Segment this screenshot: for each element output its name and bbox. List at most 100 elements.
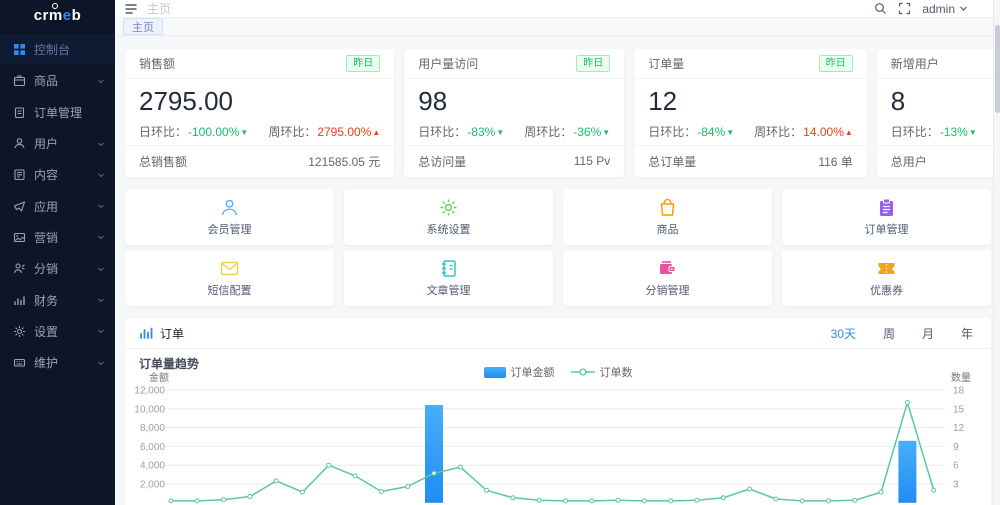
sidebar-item-distribution[interactable]: 分销 (0, 253, 115, 284)
tab-year[interactable]: 年 (961, 325, 973, 342)
trend-arrow-icon: ▲ (844, 128, 853, 138)
svg-text:数量: 数量 (951, 372, 971, 384)
menu-fold-icon[interactable] (124, 2, 138, 16)
maintain-icon (13, 356, 26, 369)
tile-label: 文章管理 (426, 285, 471, 297)
svg-text:4,000: 4,000 (140, 461, 165, 472)
stat-card-sales: 销售额 昨日 2795.00 日环比：-100.00%▼ 周环比：2795.00… (125, 49, 395, 177)
tile-label: 订单管理 (864, 224, 909, 236)
tile-distribution-management[interactable]: 分销管理 (563, 250, 772, 306)
breadcrumb: 主页 (147, 2, 172, 16)
stat-ratios: 日环比：-84%▼ 周环比：14.00%▲ (648, 125, 853, 140)
svg-text:6,000: 6,000 (140, 442, 165, 453)
page-scrollbar[interactable] (993, 0, 1000, 505)
sidebar-item-content[interactable]: 内容 (0, 159, 115, 190)
chevron-down-icon (959, 2, 968, 16)
marketing-icon (13, 231, 26, 244)
tab-week[interactable]: 周 (883, 325, 895, 342)
fullscreen-icon[interactable] (898, 2, 911, 15)
sidebar-item-label: 维护 (34, 356, 59, 371)
scrollbar-thumb[interactable] (995, 25, 1000, 113)
tile-system-settings[interactable]: 系统设置 (344, 189, 553, 245)
stat-title: 用户量访问 (418, 57, 479, 71)
member-icon (219, 197, 240, 218)
sms-envelope-icon (219, 258, 240, 279)
stat-footer-value: 115 Pv (573, 154, 611, 168)
search-icon[interactable] (874, 2, 887, 15)
week-ratio-value: -36%▼ (573, 125, 611, 140)
sidebar-item-maintenance[interactable]: 维护 (0, 347, 115, 378)
tile-sms-config[interactable]: 短信配置 (125, 250, 334, 306)
stat-footer-label: 总用户 (890, 154, 927, 169)
tile-member-management[interactable]: 会员管理 (125, 189, 334, 245)
status-badge: 昨日 (818, 55, 853, 72)
svg-text:18: 18 (953, 386, 965, 397)
sidebar-item-label: 应用 (34, 199, 59, 214)
svg-text:2,000: 2,000 (140, 480, 165, 491)
tile-label: 短信配置 (207, 285, 252, 297)
stat-footer-label: 总销售额 (139, 154, 188, 169)
stat-value: 8 (890, 86, 906, 116)
stat-ratios: 日环比：-100.00%▼ 周环比：2795.00%▲ (139, 125, 381, 140)
sidebar-item-goods[interactable]: 商品 (0, 65, 115, 96)
sidebar-item-apps[interactable]: 应用 (0, 190, 115, 221)
panel-title: 订单 (160, 326, 185, 341)
trend-arrow-icon: ▼ (496, 128, 505, 138)
sidebar-item-marketing[interactable]: 营销 (0, 222, 115, 253)
day-ratio-value: -83%▼ (467, 125, 505, 140)
brand-logo[interactable]: cr m e b (0, 0, 115, 30)
app-root: cr m e b 控制台 商品 订单管理 用户 内容 应用 营销 分销 财务 设… (0, 0, 1000, 505)
tile-coupons[interactable]: 优惠券 (782, 250, 991, 306)
range-tabs: 30天 周 月 年 (831, 325, 977, 342)
sidebar-item-label: 内容 (34, 168, 59, 183)
sidebar-item-finance[interactable]: 财务 (0, 284, 115, 315)
username: admin (922, 1, 955, 16)
status-badge: 昨日 (576, 55, 611, 72)
day-ratio-value: -13%▼ (939, 125, 977, 140)
trend-arrow-icon: ▼ (240, 128, 249, 138)
svg-text:15: 15 (953, 404, 965, 415)
sidebar-item-label: 用户 (34, 137, 59, 152)
chevron-down-icon (97, 233, 105, 241)
orders-chart-card: 订单 30天 周 月 年 订单量趋势 订单金额 订单数 金额 数量 12,000… (125, 318, 991, 505)
retail-icon (13, 262, 26, 275)
order-list-icon (876, 197, 897, 218)
svg-text:9: 9 (953, 442, 959, 453)
svg-text:金额: 金额 (149, 372, 169, 384)
sidebar-item-users[interactable]: 用户 (0, 128, 115, 159)
topbar-actions: admin (874, 2, 992, 16)
content-icon (13, 168, 26, 181)
chevron-down-icon (97, 265, 105, 273)
stat-footer-label: 总订单量 (648, 154, 697, 169)
sidebar-item-label: 分销 (34, 262, 59, 277)
sidebar-item-label: 订单管理 (34, 105, 83, 120)
stat-footer-value: 116 单 (818, 154, 853, 169)
open-tags-bar: 主页 (115, 18, 1000, 36)
goods-bag-icon (657, 197, 678, 218)
tab-month[interactable]: 月 (922, 325, 934, 342)
stat-card-new-users: 新增用户 昨日 8 日环比：-13%▼ 周环比：-43%▼ 总用户 351 人 (876, 49, 1000, 177)
trend-arrow-icon: ▲ (372, 128, 381, 138)
page-content: 销售额 昨日 2795.00 日环比：-100.00%▼ 周环比：2795.00… (115, 36, 1000, 505)
tab-30-days[interactable]: 30天 (831, 325, 856, 342)
trend-arrow-icon: ▼ (968, 128, 977, 138)
system-gear-icon (438, 197, 459, 218)
tile-label: 商品 (656, 224, 679, 236)
logo-text: cr (33, 6, 49, 24)
bar-chart-icon (139, 326, 153, 340)
sidebar-item-dashboard[interactable]: 控制台 (0, 34, 115, 66)
chevron-down-icon (97, 359, 105, 367)
tile-goods[interactable]: 商品 (563, 189, 772, 245)
user-menu[interactable]: admin (922, 2, 968, 16)
shortcut-tiles-grid: 会员管理 系统设置 商品 订单管理 短信配置 文章管理 分销管理 优惠券 (125, 189, 991, 306)
sidebar-item-orders[interactable]: 订单管理 (0, 97, 115, 128)
user-icon (13, 137, 26, 150)
tile-article-management[interactable]: 文章管理 (344, 250, 553, 306)
day-ratio-value: -100.00%▼ (188, 125, 249, 140)
chevron-down-icon (97, 296, 105, 304)
stat-footer-label: 总访问量 (418, 154, 467, 169)
sidebar-item-settings[interactable]: 设置 (0, 316, 115, 347)
tile-order-management[interactable]: 订单管理 (782, 189, 991, 245)
stat-card-orders: 订单量 昨日 12 日环比：-84%▼ 周环比：14.00%▲ 总订单量 116… (634, 49, 867, 177)
tag-home[interactable]: 主页 (123, 18, 163, 35)
